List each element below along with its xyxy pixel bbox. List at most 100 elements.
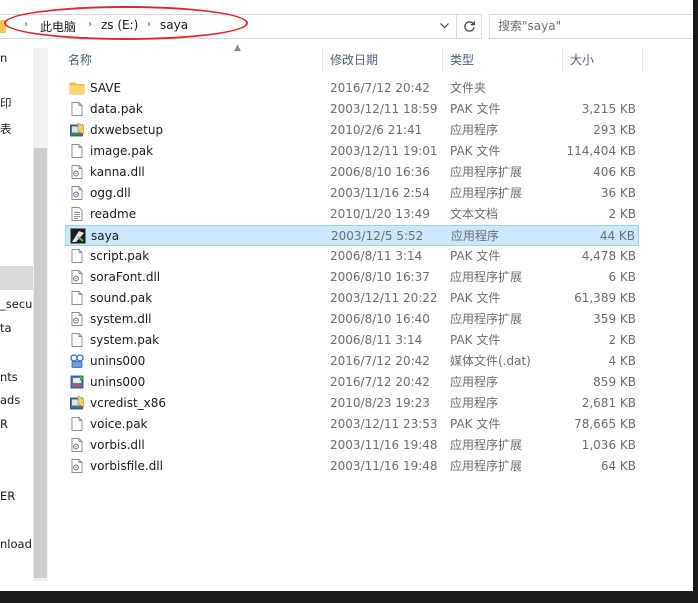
file-row[interactable]: script.pak 2006/8/11 3:14 PAK 文件 4,478 KB (65, 246, 639, 267)
folder-icon (69, 80, 85, 96)
file-row[interactable]: readme 2010/1/20 13:49 文本文档 2 KB (65, 204, 639, 225)
file-size: 406 KB (593, 165, 636, 179)
file-row[interactable]: sound.pak 2003/12/11 20:22 PAK 文件 61,389 KB (65, 288, 639, 309)
nav-item[interactable]: ER (0, 487, 15, 505)
column-header-type[interactable]: 类型 (450, 48, 474, 72)
file-row[interactable]: vcredist_x86 2010/8/23 19:23 应用程序 2,681 KB (65, 393, 639, 414)
search-input[interactable] (498, 19, 693, 33)
file-size: 4,478 KB (581, 249, 636, 263)
column-divider[interactable] (322, 48, 323, 72)
file-icon (69, 332, 85, 348)
nav-scrollbar[interactable] (33, 48, 48, 581)
file-type: PAK 文件 (450, 333, 501, 347)
file-name: script.pak (90, 249, 150, 263)
column-header-size[interactable]: 大小 (570, 48, 594, 72)
file-name: data.pak (90, 102, 143, 116)
text-file-icon (69, 206, 85, 222)
file-row[interactable]: SAVE 2016/7/12 20:42 文件夹 (65, 78, 639, 99)
file-list: SAVE 2016/7/12 20:42 文件夹 data.pak 2003/12/11… (48, 78, 698, 498)
breadcrumb-drive[interactable]: zs (E:) (101, 18, 138, 32)
file-row[interactable]: soraFont.dll 2006/8/10 16:37 应用程序扩展 6 KB (65, 267, 639, 288)
file-date: 2006/8/11 3:14 (330, 333, 423, 347)
nav-item[interactable]: ads (0, 391, 20, 409)
file-icon (69, 416, 85, 432)
file-row[interactable]: dxwebsetup 2010/2/6 21:41 应用程序 293 KB (65, 120, 639, 141)
file-size: 61,389 KB (574, 291, 636, 305)
file-size: 78,665 KB (574, 417, 636, 431)
column-divider[interactable] (562, 48, 563, 72)
nav-selected-highlight (0, 266, 33, 290)
file-date: 2006/8/11 3:14 (330, 249, 423, 263)
file-size: 859 KB (593, 375, 636, 389)
file-row[interactable]: ogg.dll 2003/11/16 2:54 应用程序扩展 36 KB (65, 183, 639, 204)
file-type: 应用程序扩展 (450, 459, 523, 473)
file-row[interactable]: data.pak 2003/12/11 18:59 PAK 文件 3,215 KB (65, 99, 639, 120)
file-type: PAK 文件 (450, 144, 501, 158)
breadcrumb-separator-icon[interactable]: › (24, 19, 28, 30)
nav-scroll-thumb[interactable] (34, 148, 47, 578)
file-date: 2003/12/11 23:53 (330, 417, 438, 431)
file-type: PAK 文件 (450, 291, 501, 305)
uninstaller-icon (69, 374, 85, 390)
refresh-button[interactable] (457, 14, 482, 39)
nav-item[interactable]: nts (0, 368, 18, 386)
dll-icon (69, 311, 85, 327)
dll-icon (69, 437, 85, 453)
file-date: 2016/7/12 20:42 (330, 81, 430, 95)
file-name: vcredist_x86 (90, 396, 167, 410)
nav-item[interactable]: ta (0, 319, 12, 337)
file-row[interactable]: vorbisfile.dll 2003/11/16 19:48 应用程序扩展 64 K… (65, 456, 639, 477)
file-size: 44 KB (599, 229, 635, 243)
file-row[interactable]: saya 2003/12/5 5:52 应用程序 44 KB (65, 225, 639, 246)
file-row[interactable]: unins000 2016/7/12 20:42 应用程序 859 KB (65, 372, 639, 393)
file-date: 2006/8/10 16:37 (330, 270, 430, 284)
file-type: 媒体文件(.dat) (450, 354, 531, 368)
breadcrumb-separator-icon[interactable]: › (88, 19, 92, 30)
file-date: 2006/8/10 16:40 (330, 312, 430, 326)
file-type: 应用程序扩展 (450, 438, 523, 452)
file-name: system.dll (90, 312, 152, 326)
breadcrumb-this-pc[interactable]: 此电脑 (40, 18, 76, 35)
column-divider[interactable] (442, 48, 443, 72)
file-row[interactable]: system.dll 2006/8/10 16:40 应用程序扩展 359 KB (65, 309, 639, 330)
search-box[interactable] (489, 14, 698, 39)
nav-item[interactable]: nload (0, 535, 32, 553)
file-size: 36 KB (600, 186, 636, 200)
file-row[interactable]: system.pak 2006/8/11 3:14 PAK 文件 2 KB (65, 330, 639, 351)
file-type: 应用程序 (450, 123, 499, 137)
file-name: dxwebsetup (90, 123, 164, 137)
file-type: PAK 文件 (450, 102, 501, 116)
file-name: voice.pak (90, 417, 148, 431)
breadcrumb-separator-icon[interactable]: › (147, 19, 151, 30)
column-header-date[interactable]: 修改日期 (330, 48, 378, 72)
file-name: unins000 (90, 375, 146, 389)
file-type: PAK 文件 (450, 249, 501, 263)
nav-item[interactable]: 表 (0, 120, 12, 138)
file-size: 6 KB (608, 270, 636, 284)
nav-item[interactable]: n (0, 49, 7, 67)
file-date: 2003/11/16 19:48 (330, 438, 438, 452)
file-type: 应用程序扩展 (450, 186, 523, 200)
file-size: 64 KB (600, 459, 636, 473)
installer-icon (69, 395, 85, 411)
column-divider[interactable] (642, 48, 643, 72)
file-date: 2003/11/16 19:48 (330, 459, 438, 473)
column-header-name[interactable]: 名称 (68, 48, 92, 72)
installer-icon (69, 122, 85, 138)
file-row[interactable]: vorbis.dll 2003/11/16 19:48 应用程序扩展 1,036 KB (65, 435, 639, 456)
address-bar[interactable]: › 此电脑 › zs (E:) › saya (0, 14, 457, 39)
file-icon (69, 248, 85, 264)
breadcrumb-current-folder[interactable]: saya (160, 18, 188, 32)
file-row[interactable]: image.pak 2003/12/11 19:01 PAK 文件 114,404 K… (65, 141, 639, 162)
address-history-dropdown[interactable] (432, 14, 456, 37)
file-icon (69, 143, 85, 159)
file-row[interactable]: voice.pak 2003/12/11 23:53 PAK 文件 78,665 KB (65, 414, 639, 435)
dll-icon (69, 458, 85, 474)
nav-item[interactable]: R (0, 415, 8, 433)
file-row[interactable]: unins000 2016/7/12 20:42 媒体文件(.dat) 4 KB (65, 351, 639, 372)
nav-item[interactable]: 印 (0, 94, 12, 112)
file-row[interactable]: kanna.dll 2006/8/10 16:36 应用程序扩展 406 KB (65, 162, 639, 183)
file-icon (69, 290, 85, 306)
nav-item[interactable]: _secu (0, 295, 32, 313)
file-type: 应用程序扩展 (450, 165, 523, 179)
